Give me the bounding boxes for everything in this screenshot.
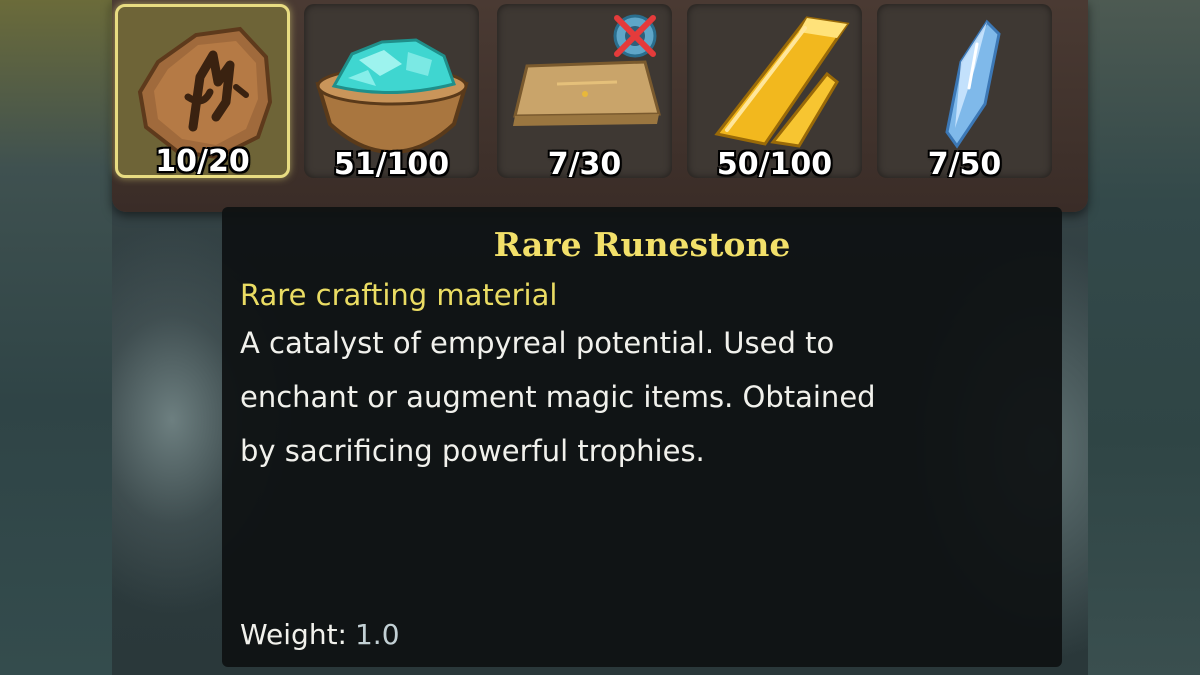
- description-line: A catalyst of empyreal potential. Used t…: [240, 326, 835, 360]
- tooltip-weight: Weight: 1.0: [240, 618, 400, 651]
- right-backdrop: [1088, 0, 1200, 675]
- item-count: 7/30: [547, 147, 622, 178]
- left-backdrop: [0, 0, 112, 675]
- inventory-slot-blue-crystal[interactable]: 7/50: [877, 4, 1052, 178]
- item-count: 7/50: [927, 147, 1002, 178]
- inventory-slot-runestone[interactable]: 10/20: [115, 4, 290, 178]
- tooltip-description: A catalyst of empyreal potential. Used t…: [240, 316, 1040, 478]
- weight-label: Weight:: [240, 618, 347, 651]
- inventory-slot-gold-ingot[interactable]: 50/100: [687, 4, 862, 178]
- description-line: by sacrificing powerful trophies.: [240, 434, 705, 468]
- tooltip-title: Rare Runestone: [493, 225, 791, 264]
- description-line: enchant or augment magic items. Obtained: [240, 380, 876, 414]
- weight-value: 1.0: [354, 618, 400, 651]
- item-count: 10/20: [155, 144, 250, 178]
- tooltip-subtitle: Rare crafting material: [240, 278, 558, 312]
- item-count: 51/100: [333, 147, 450, 178]
- crossed-out-badge-icon: [613, 14, 657, 58]
- inventory-bar: 10/20 51/100 7/30 50/100 7/50: [112, 0, 1088, 212]
- inventory-slot-plank[interactable]: 7/30: [497, 4, 672, 178]
- item-tooltip: Rare Runestone Rare crafting material A …: [222, 207, 1062, 667]
- item-count: 50/100: [716, 147, 833, 178]
- inventory-slot-crystal-bowl[interactable]: 51/100: [304, 4, 479, 178]
